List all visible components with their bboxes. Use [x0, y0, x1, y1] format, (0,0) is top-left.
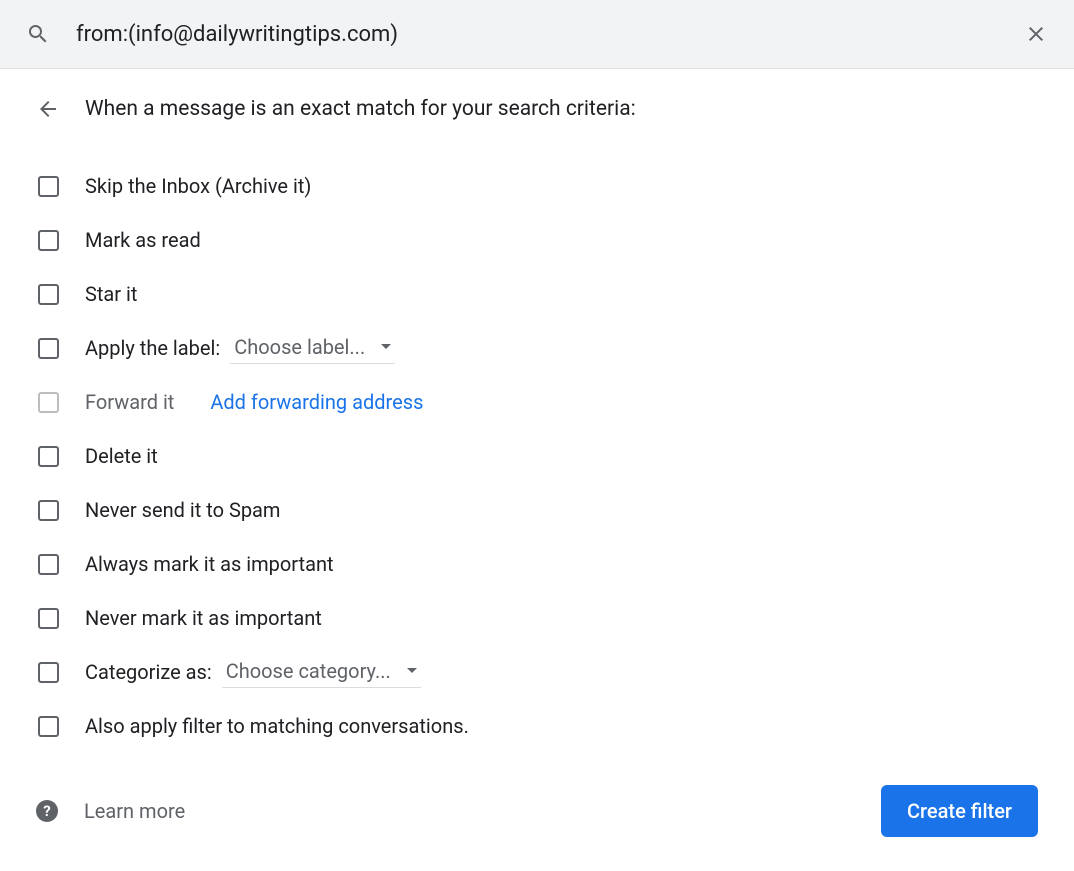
dropdown-choose-label-text: Choose label... [234, 335, 365, 359]
label-apply-label: Apply the label: [85, 336, 220, 360]
checkbox-always-important[interactable] [38, 554, 59, 575]
checkbox-also-apply[interactable] [38, 716, 59, 737]
caret-down-icon [381, 344, 391, 349]
label-never-important: Never mark it as important [85, 606, 322, 630]
option-categorize-as: Categorize as: Choose category... [36, 645, 1038, 699]
option-never-important: Never mark it as important [36, 591, 1038, 645]
footer-row: ? Learn more Create filter [36, 785, 1038, 837]
option-always-important: Always mark it as important [36, 537, 1038, 591]
dropdown-choose-category-text: Choose category... [226, 659, 391, 683]
link-add-forwarding-address[interactable]: Add forwarding address [210, 390, 423, 414]
checkbox-categorize-as[interactable] [38, 662, 59, 683]
label-delete-it: Delete it [85, 444, 158, 468]
close-icon[interactable] [1024, 22, 1048, 46]
dropdown-choose-category[interactable]: Choose category... [222, 657, 421, 688]
label-categorize-as: Categorize as: [85, 660, 212, 684]
search-input[interactable] [76, 22, 1024, 47]
checkbox-forward-it[interactable] [38, 392, 59, 413]
label-mark-read: Mark as read [85, 228, 201, 252]
search-bar [0, 0, 1074, 69]
option-skip-inbox: Skip the Inbox (Archive it) [36, 159, 1038, 213]
header-row: When a message is an exact match for you… [36, 97, 1038, 121]
label-always-important: Always mark it as important [85, 552, 334, 576]
link-learn-more[interactable]: Learn more [84, 799, 185, 823]
checkbox-star-it[interactable] [38, 284, 59, 305]
create-filter-button[interactable]: Create filter [881, 785, 1038, 837]
checkbox-apply-label[interactable] [38, 338, 59, 359]
label-star-it: Star it [85, 282, 137, 306]
dropdown-choose-label[interactable]: Choose label... [230, 333, 395, 364]
help-icon[interactable]: ? [36, 800, 58, 822]
checkbox-skip-inbox[interactable] [38, 176, 59, 197]
options-list: Skip the Inbox (Archive it) Mark as read… [36, 159, 1038, 753]
checkbox-never-spam[interactable] [38, 500, 59, 521]
option-delete-it: Delete it [36, 429, 1038, 483]
filter-content: When a message is an exact match for you… [0, 69, 1074, 865]
footer-left: ? Learn more [36, 799, 185, 823]
caret-down-icon [407, 668, 417, 673]
checkbox-never-important[interactable] [38, 608, 59, 629]
label-also-apply: Also apply filter to matching conversati… [85, 714, 469, 738]
back-arrow-icon[interactable] [36, 97, 60, 121]
option-star-it: Star it [36, 267, 1038, 321]
label-forward-it: Forward it [85, 390, 174, 414]
checkbox-mark-read[interactable] [38, 230, 59, 251]
option-apply-label: Apply the label: Choose label... [36, 321, 1038, 375]
option-also-apply: Also apply filter to matching conversati… [36, 699, 1038, 753]
checkbox-delete-it[interactable] [38, 446, 59, 467]
option-mark-read: Mark as read [36, 213, 1038, 267]
label-never-spam: Never send it to Spam [85, 498, 280, 522]
label-skip-inbox: Skip the Inbox (Archive it) [85, 174, 311, 198]
option-forward-it: Forward it Add forwarding address [36, 375, 1038, 429]
search-icon [26, 22, 50, 46]
option-never-spam: Never send it to Spam [36, 483, 1038, 537]
header-text: When a message is an exact match for you… [85, 97, 636, 121]
